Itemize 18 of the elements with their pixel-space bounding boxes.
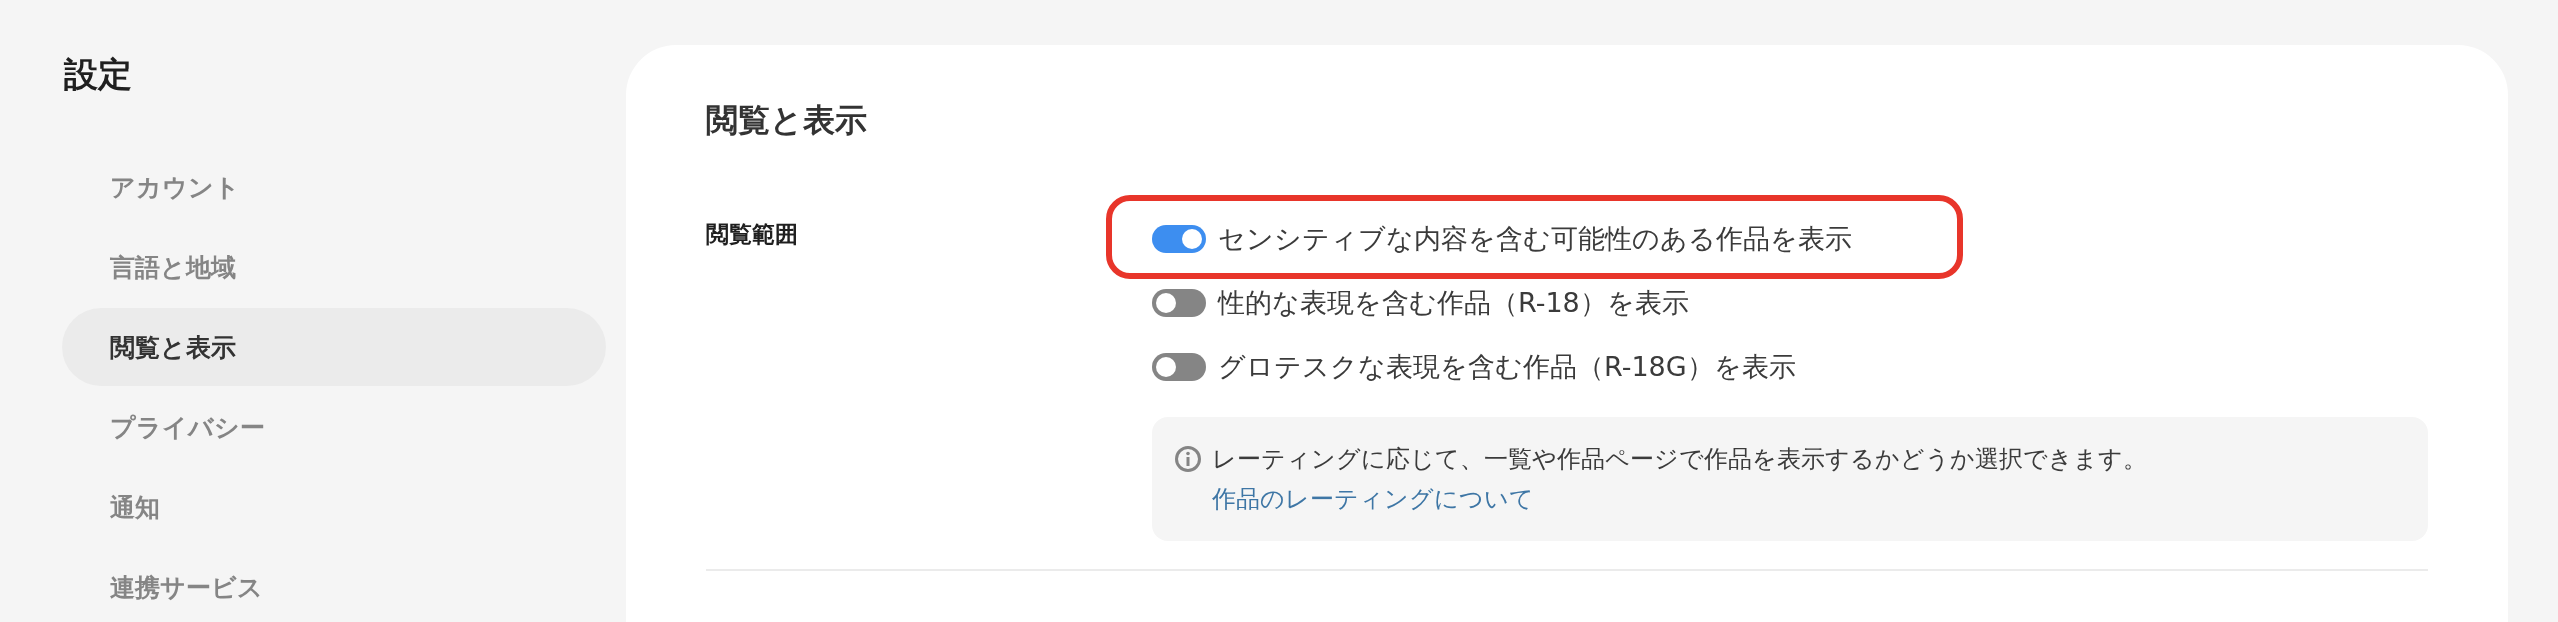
settings-title: 設定 [64, 53, 133, 96]
sidebar-item[interactable]: プライバシー [62, 388, 606, 466]
toggle-label: グロテスクな表現を含む作品（R-18G）を表示 [1218, 350, 1796, 384]
toggle-switch[interactable] [1152, 289, 1206, 317]
sidebar-item[interactable]: 言語と地域 [62, 228, 606, 306]
toggle-label: 性的な表現を含む作品（R-18）を表示 [1218, 286, 1689, 320]
section-title: 閲覧と表示 [706, 100, 868, 141]
sidebar-item[interactable]: 連携サービス [62, 548, 606, 622]
sidebar-item[interactable]: アカウント [62, 148, 606, 226]
info-text: レーティングに応じて、一覧や作品ページで作品を表示するかどうか選択できます。 作品のレーティングについて [1212, 444, 2148, 515]
info-icon [1174, 445, 1202, 473]
toggle-label: センシティブな内容を含む可能性のある作品を表示 [1218, 222, 1852, 256]
sidebar-item[interactable]: 閲覧と表示 [62, 308, 606, 386]
toggle-switch[interactable] [1152, 353, 1206, 381]
rating-link[interactable]: 作品のレーティングについて [1212, 485, 1534, 513]
setting-label: 閲覧範囲 [706, 220, 799, 249]
sidebar-item[interactable]: 通知 [62, 468, 606, 546]
toggle-switch[interactable] [1152, 225, 1206, 253]
